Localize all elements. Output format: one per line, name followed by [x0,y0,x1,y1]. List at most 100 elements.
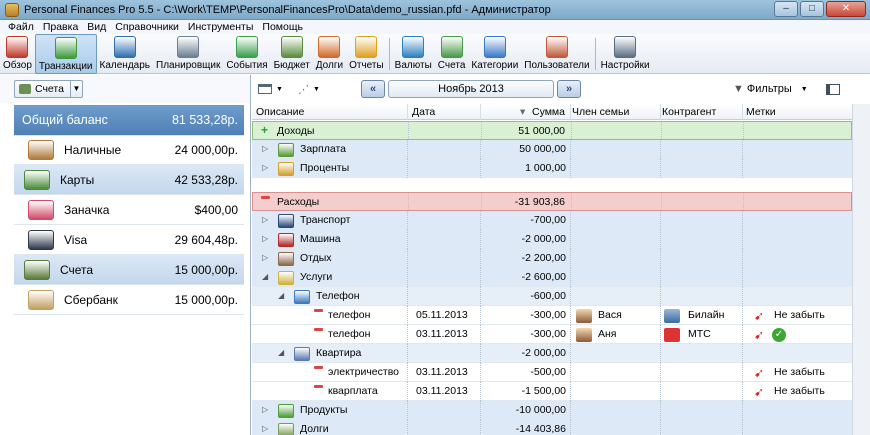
toolbar-button-debts[interactable]: Долги [313,34,346,74]
toolbar-button-settings[interactable]: Настройки [598,34,653,74]
account-row[interactable]: Сбербанк 15 000,00р. [14,285,244,315]
column-divider [570,382,571,401]
column-divider [742,268,743,287]
toolbar-button-accounts[interactable]: Счета [435,34,469,74]
tree-toggle-button[interactable]: ⋰ ▼ [298,80,320,98]
account-row[interactable]: Visa 29 604,48р. [14,225,244,255]
transaction-row[interactable]: телефон 03.11.2013 -300,00 Аня МТС ➹ ✓ [252,325,852,344]
account-row[interactable]: Заначка $400,00 [14,195,244,225]
expand-arrow-icon[interactable]: ▷ [262,424,268,433]
period-label[interactable]: Ноябрь 2013 [388,80,554,98]
grid-header: Описание Дата Сумма ▾ Член семьи Контрагент Ме… [252,104,852,120]
menu-item[interactable]: Инструменты [188,20,253,34]
category-row[interactable]: Расходы -31 903,86 [252,192,852,212]
check-icon: ✓ [772,328,786,342]
row-description: телефон [328,328,371,340]
debts-icon [318,36,341,58]
column-divider [742,230,743,249]
maximize-button[interactable]: □ [800,1,824,17]
toolbar-button-label: Планировщик [156,60,221,71]
accounts-selector[interactable]: Счета ▼ [14,80,83,98]
prev-period-button[interactable]: « [361,80,385,98]
category-row[interactable]: ▷ Проценты 1 000,00 [252,159,852,178]
category-row[interactable]: ▷ Отдых -2 200,00 [252,249,852,268]
car-icon [278,233,294,247]
toolbar-button-calendar[interactable]: Календарь [97,34,153,74]
close-button[interactable]: ✕ [826,1,866,17]
toolbar-button-budget[interactable]: Бюджет [271,34,313,74]
view-toggle-button[interactable]: ▼ [258,80,283,98]
transaction-row[interactable]: телефон 05.11.2013 -300,00 Вася Билайн ➹ Не за… [252,306,852,325]
collapse-arrow-icon[interactable]: ◢ [278,291,284,300]
chevron-down-icon[interactable]: ▼ [69,81,82,97]
collapse-arrow-icon[interactable]: ◢ [262,272,268,281]
column-header[interactable]: Описание [256,106,304,118]
menu-item[interactable]: Правка [43,20,78,34]
category-row[interactable]: ▷ Транспорт -700,00 [252,211,852,230]
expand-arrow-icon[interactable]: ▷ [262,253,268,262]
category-row[interactable]: ◢ Телефон -600,00 [252,287,852,306]
filters-button[interactable]: ▼ Фильтры ▼ [733,80,808,98]
column-divider [480,363,481,382]
menu-item[interactable]: Вид [87,20,106,34]
toolbar-button-reports[interactable]: Отчеты [346,34,387,74]
expand-arrow-icon[interactable]: ▷ [262,405,268,414]
category-row[interactable]: ▷ Машина -2 000,00 [252,230,852,249]
expand-arrow-icon[interactable]: ▷ [262,144,268,153]
expand-arrow-icon[interactable]: ▷ [262,215,268,224]
toolbar-button-overview[interactable]: Обзор [0,34,35,74]
column-header[interactable]: Дата [412,106,435,118]
account-row[interactable]: Наличные 24 000,00р. [14,135,244,165]
column-divider [570,140,571,159]
row-sum: -31 903,86 [514,196,565,208]
toolbar-button-transactions[interactable]: Транзакции [34,34,97,74]
menu-item[interactable]: Помощь [262,20,303,34]
account-name: Счета [60,262,94,277]
row-sum: -14 403,86 [515,423,566,435]
category-row[interactable]: ◢ Услуги -2 600,00 [252,268,852,287]
category-row[interactable]: + Доходы 51 000,00 [252,121,852,141]
column-divider [480,382,481,401]
next-period-button[interactable]: » [557,80,581,98]
category-row[interactable]: ◢ Квартира -2 000,00 [252,344,852,363]
column-header[interactable]: Контрагент [662,106,716,118]
column-header[interactable]: Сумма [532,106,565,118]
transaction-row[interactable]: кварплата 03.11.2013 -1 500,00 ➹ Не забыть [252,382,852,401]
toolbar-button-events[interactable]: События [223,34,270,74]
column-divider [480,249,481,268]
column-header[interactable]: Метки [746,106,776,118]
transaction-row[interactable]: электричество 03.11.2013 -500,00 ➹ Не забыть [252,363,852,382]
category-row[interactable]: ▷ Долги -14 403,86 [252,420,852,435]
row-description: кварплата [328,385,378,397]
account-row[interactable]: Счета 15 000,00р. [14,255,244,285]
menu-item[interactable]: Файл [8,20,34,34]
column-divider [570,363,571,382]
expand-arrow-icon[interactable]: ▷ [262,163,268,172]
column-divider [742,287,743,306]
categories-icon [483,36,506,58]
toolbar-button-users[interactable]: Пользователи [521,34,592,74]
toolbar-button-categories[interactable]: Категории [468,34,521,74]
column-divider [407,159,408,178]
column-divider [660,401,661,420]
account-row[interactable]: Карты 42 533,28р. [14,165,244,195]
category-row[interactable]: ▷ Продукты -10 000,00 [252,401,852,420]
vertical-scrollbar[interactable] [852,104,870,435]
account-total-balance[interactable]: Общий баланс 81 533,28р. [14,105,244,136]
panel-layout-button[interactable] [826,80,840,98]
column-header[interactable]: Член семьи [572,106,629,118]
column-divider [742,140,743,159]
accounts-pane: Счета ▼ Общий баланс 81 533,28р. Наличные 2… [0,75,251,435]
collapse-arrow-icon[interactable]: ◢ [278,348,284,357]
menu-item[interactable]: Справочники [115,20,179,34]
column-divider [661,122,662,141]
person-icon [576,309,592,323]
toolbar-button-scheduler[interactable]: Планировщик [153,34,223,74]
expand-arrow-icon[interactable]: ▷ [262,234,268,243]
bank-accounts-icon [24,259,50,280]
row-date: 03.11.2013 [416,385,468,397]
category-row[interactable]: ▷ Зарплата 50 000,00 [252,140,852,159]
toolbar-button-currencies[interactable]: Валюты [392,34,435,74]
minimize-button[interactable]: – [774,1,798,17]
column-divider [407,287,408,306]
